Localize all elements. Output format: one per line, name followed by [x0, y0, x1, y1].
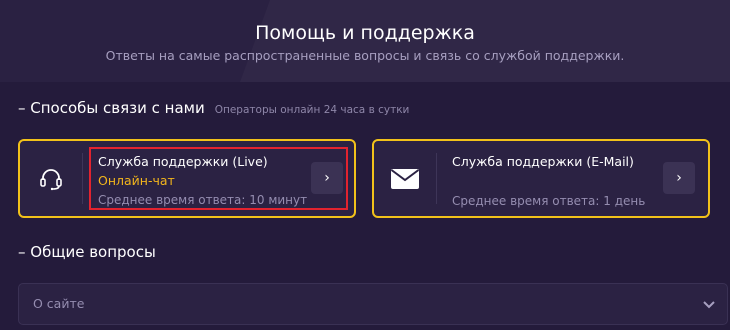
- faq-select-value: О сайте: [33, 296, 85, 311]
- section-toggle-icon: –: [18, 243, 26, 261]
- section-toggle-icon: –: [18, 99, 26, 117]
- faq-section-title: – Общие вопросы: [18, 243, 156, 261]
- chevron-right-icon: ›: [676, 170, 682, 186]
- faq-category-select[interactable]: О сайте: [18, 283, 728, 325]
- card-divider: [436, 153, 437, 204]
- live-support-title: Служба поддержки (Live): [98, 154, 268, 169]
- contact-section-header[interactable]: – Способы связи с нами Операторы онлайн …: [18, 99, 409, 117]
- page-title: Помощь и поддержка: [255, 22, 475, 44]
- page-subtitle: Ответы на самые распространенные вопросы…: [105, 48, 625, 63]
- faq-section-header[interactable]: – Общие вопросы: [18, 243, 156, 261]
- email-response-time: Среднее время ответа: 1 день: [452, 194, 646, 208]
- live-response-time: Среднее время ответа: 10 минут: [98, 193, 308, 207]
- headset-icon: [20, 141, 82, 216]
- live-chat-label: Онлайн-чат: [98, 173, 175, 188]
- operators-note: Операторы онлайн 24 часа в сутки: [214, 104, 410, 116]
- email-support-arrow-button[interactable]: ›: [663, 162, 695, 194]
- live-support-card[interactable]: Служба поддержки (Live) Онлайн-чат Средн…: [18, 139, 356, 218]
- email-support-text: Служба поддержки (E-Mail) Среднее время …: [452, 153, 645, 210]
- email-support-card[interactable]: Служба поддержки (E-Mail) Среднее время …: [372, 139, 710, 218]
- chevron-right-icon: ›: [324, 170, 330, 186]
- email-support-title: Служба поддержки (E-Mail): [452, 154, 634, 169]
- contact-section-title: – Способы связи с нами: [18, 99, 205, 117]
- chevron-down-icon: [703, 301, 715, 309]
- live-support-text: Служба поддержки (Live) Онлайн-чат Средн…: [98, 153, 307, 209]
- card-divider: [82, 153, 83, 204]
- mail-icon: [374, 141, 436, 216]
- live-support-arrow-button[interactable]: ›: [311, 162, 343, 194]
